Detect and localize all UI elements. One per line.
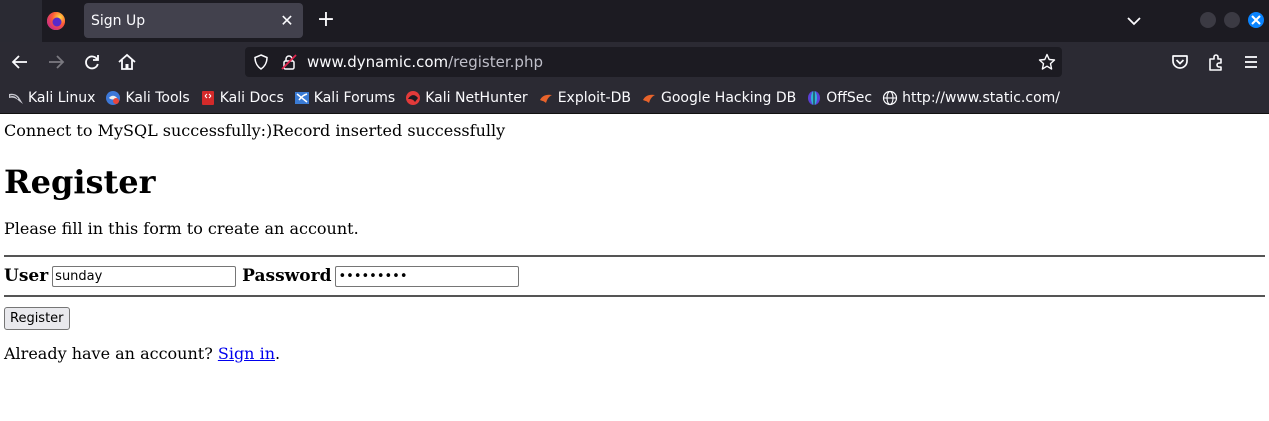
register-button[interactable]: Register: [4, 307, 70, 330]
signin-prompt: Already have an account? Sign in.: [4, 344, 1265, 363]
url-text[interactable]: www.dynamic.com/register.php: [307, 53, 543, 71]
bookmark-exploit-db[interactable]: Exploit-DB: [538, 86, 631, 110]
page-subtitle: Please fill in this form to create an ac…: [4, 219, 359, 238]
reload-icon[interactable]: [82, 52, 102, 72]
page-title: Register: [4, 163, 156, 201]
signin-suffix: .: [275, 344, 281, 363]
tab-strip-edge: [0, 0, 42, 42]
plus-icon[interactable]: +: [314, 9, 338, 33]
back-icon[interactable]: [10, 52, 30, 72]
bookmarks-toolbar: Kali Linux Kali Tools Kali Docs Kali For…: [0, 82, 1269, 114]
signin-link[interactable]: Sign in: [218, 344, 275, 363]
url-path: /register.php: [448, 53, 543, 71]
kali-tools-icon: [106, 90, 121, 105]
bookmark-kali-forums[interactable]: Kali Forums: [294, 86, 395, 110]
bookmark-kali-docs[interactable]: Kali Docs: [200, 86, 284, 110]
page-content: Connect to MySQL successfully:)Record in…: [0, 122, 1269, 363]
close-icon[interactable]: ✕: [275, 11, 299, 30]
address-bar[interactable]: www.dynamic.com/register.php: [245, 47, 1062, 77]
bookmark-label: Exploit-DB: [557, 89, 631, 106]
minimize-button[interactable]: [1200, 12, 1216, 28]
signin-prompt-text: Already have an account?: [4, 344, 218, 363]
bookmark-kali-tools[interactable]: Kali Tools: [105, 86, 190, 110]
bookmark-label: Google Hacking DB: [660, 89, 797, 106]
password-label: Password: [242, 266, 332, 286]
chevron-down-icon[interactable]: [1124, 11, 1144, 31]
bookmark-label: Kali Linux: [28, 89, 96, 106]
bookmark-kali-linux[interactable]: Kali Linux: [8, 86, 95, 110]
exploit-db-icon: [539, 94, 552, 103]
divider-bottom: [4, 295, 1265, 297]
bookmark-label: Kali NetHunter: [425, 89, 528, 106]
offsec-icon: [808, 90, 821, 105]
kali-dragon-icon: [9, 93, 23, 104]
bookmark-label: OffSec: [826, 89, 873, 106]
star-icon[interactable]: [1038, 53, 1056, 71]
tab-bar: Sign Up ✕ +: [0, 0, 1269, 42]
forward-icon[interactable]: [46, 52, 66, 72]
kali-docs-icon: [201, 90, 214, 105]
register-form: User Password: [4, 257, 1265, 295]
bookmark-label: Kali Tools: [125, 89, 190, 106]
bookmark-label: Kali Docs: [219, 89, 284, 106]
shield-icon[interactable]: [253, 54, 269, 70]
maximize-button[interactable]: [1224, 12, 1240, 28]
ghdb-icon: [642, 94, 655, 103]
firefox-icon[interactable]: [46, 11, 66, 31]
bookmark-label: http://www.static.com/: [902, 89, 1060, 106]
bookmark-google-hacking-db[interactable]: Google Hacking DB: [641, 86, 796, 110]
extensions-icon[interactable]: [1206, 52, 1226, 72]
kali-forums-icon: [294, 91, 309, 104]
bookmark-offsec[interactable]: OffSec: [806, 86, 872, 110]
bookmark-static-site[interactable]: http://www.static.com/: [882, 86, 1060, 110]
bookmark-kali-nethunter[interactable]: Kali NetHunter: [405, 86, 528, 110]
status-message: Connect to MySQL successfully:)Record in…: [4, 121, 506, 140]
user-input[interactable]: [52, 265, 237, 287]
pocket-icon[interactable]: [1170, 52, 1190, 72]
nav-toolbar: www.dynamic.com/register.php: [0, 42, 1269, 82]
nethunter-icon: [406, 90, 421, 105]
lock-icon[interactable]: [281, 54, 297, 70]
password-input[interactable]: [335, 265, 520, 287]
menu-icon[interactable]: [1241, 52, 1261, 72]
tab-sign-up[interactable]: Sign Up ✕: [84, 3, 303, 38]
tab-title: Sign Up: [91, 12, 146, 29]
bookmark-label: Kali Forums: [313, 89, 396, 106]
url-host: www.dynamic.com: [307, 53, 449, 71]
user-label: User: [4, 266, 49, 286]
close-icon: [1251, 15, 1261, 25]
window-close-button[interactable]: [1248, 12, 1264, 28]
globe-icon: [882, 90, 898, 105]
home-icon[interactable]: [117, 52, 137, 72]
